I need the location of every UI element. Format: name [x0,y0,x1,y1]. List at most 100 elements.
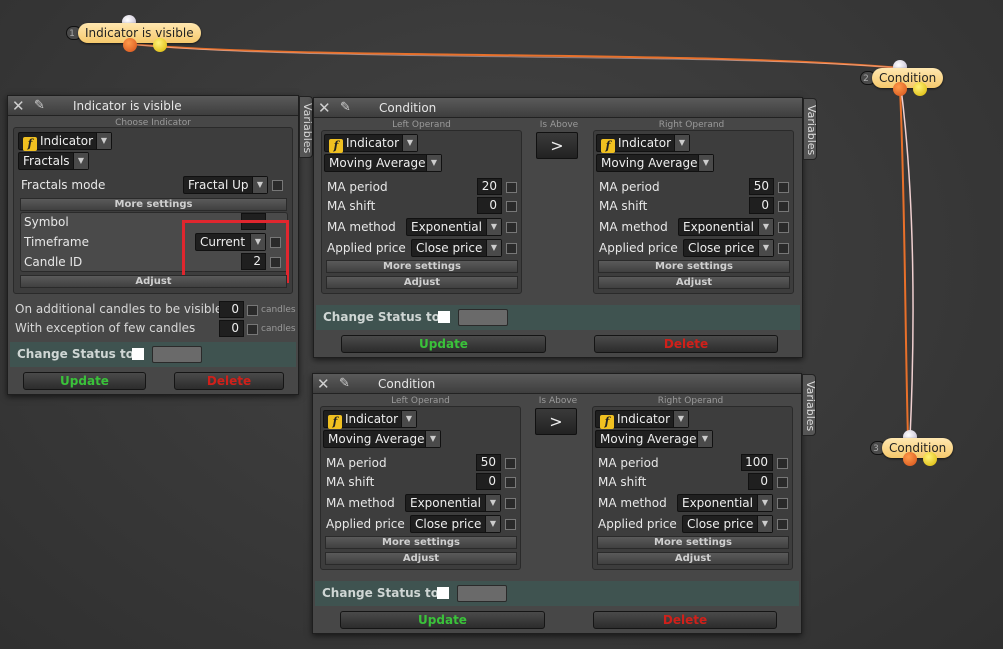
change-status-value[interactable] [458,309,508,326]
pin-icon[interactable]: ✎ [34,97,45,115]
dropdown-arrow-icon: ▼ [673,411,688,427]
left-ma-method-select[interactable]: Exponential ▼ [406,218,502,236]
left-indicator-type-select[interactable]: f Indicator ▼ [323,410,417,429]
left-adjust-button[interactable]: Adjust [325,552,517,565]
right-ma-method-select[interactable]: Exponential ▼ [677,494,773,512]
right-ma-method-select[interactable]: Exponential ▼ [678,218,774,236]
right-indicator-type-select[interactable]: f Indicator ▼ [595,410,689,429]
right-ma-period-input[interactable]: 50 [749,178,774,195]
right-adjust-button[interactable]: Adjust [597,552,789,565]
variables-tab[interactable]: Variables [802,374,817,436]
pin-icon[interactable]: ✎ [340,99,351,117]
node-output-port-yellow[interactable] [913,82,927,96]
variables-tab[interactable]: Variables [803,98,818,160]
panel-title: Condition [378,377,436,391]
update-button[interactable]: Update [340,611,545,629]
fractals-mode-checkbox[interactable] [272,180,283,191]
right-indicator-name-select[interactable]: Moving Average ▼ [595,430,713,448]
adjust-button[interactable]: Adjust [20,275,287,288]
additional-candles-input[interactable]: 0 [219,301,244,318]
left-applied-price-checkbox[interactable] [506,243,517,254]
left-indicator-name-select[interactable]: Moving Average ▼ [323,430,441,448]
left-more-settings-button[interactable]: More settings [325,536,517,549]
additional-candles-checkbox[interactable] [247,305,258,316]
left-ma-shift-checkbox[interactable] [505,477,516,488]
operator-button[interactable]: > [535,408,577,435]
left-ma-method-select[interactable]: Exponential ▼ [405,494,501,512]
panel-titlebar[interactable]: ✕ ✎ Condition [314,98,802,118]
right-ma-method-checkbox[interactable] [777,498,788,509]
dropdown-arrow-icon: ▼ [402,135,417,151]
left-ma-period-input[interactable]: 50 [476,454,501,471]
change-status-label: Change Status to [322,586,439,600]
panel-titlebar[interactable]: ✕ ✎ Indicator is visible [8,96,298,116]
left-ma-period-input[interactable]: 20 [477,178,502,195]
right-indicator-type-select[interactable]: f Indicator ▼ [596,134,690,153]
variables-tab[interactable]: Variables [299,96,314,158]
left-indicator-type-select[interactable]: f Indicator ▼ [324,134,418,153]
right-more-settings-button[interactable]: More settings [597,536,789,549]
left-applied-price-select[interactable]: Close price ▼ [411,239,502,257]
right-ma-shift-checkbox[interactable] [777,477,788,488]
left-adjust-button[interactable]: Adjust [326,276,518,289]
dropdown-arrow-icon: ▼ [486,219,501,235]
exception-candles-input[interactable]: 0 [219,320,244,337]
left-ma-period-checkbox[interactable] [505,458,516,469]
close-icon[interactable]: ✕ [12,97,25,115]
left-ma-method-checkbox[interactable] [505,498,516,509]
change-status-checkbox[interactable] [132,348,144,360]
dropdown-arrow-icon: ▼ [674,135,689,151]
right-ma-shift-checkbox[interactable] [778,201,789,212]
node-output-port-yellow[interactable] [153,38,167,52]
right-ma-period-checkbox[interactable] [777,458,788,469]
node-output-port-orange[interactable] [903,452,917,466]
update-button[interactable]: Update [23,372,146,390]
indicator-type-select[interactable]: f Indicator ▼ [18,132,112,151]
right-ma-shift-input[interactable]: 0 [749,197,774,214]
change-status-checkbox[interactable] [438,311,450,323]
update-button[interactable]: Update [341,335,546,353]
right-applied-price-checkbox[interactable] [777,519,788,530]
node-output-port-orange[interactable] [123,38,137,52]
node-output-port-orange[interactable] [893,82,907,96]
exception-candles-checkbox[interactable] [247,324,258,335]
right-applied-price-select[interactable]: Close price ▼ [682,515,773,533]
left-applied-price-label: Applied price [327,241,406,255]
left-applied-price-select[interactable]: Close price ▼ [410,515,501,533]
operator-caption: Is Above [538,396,578,406]
left-ma-shift-input[interactable]: 0 [476,473,501,490]
left-ma-method-checkbox[interactable] [506,222,517,233]
right-applied-price-checkbox[interactable] [778,243,789,254]
node-output-port-yellow[interactable] [923,452,937,466]
panel-titlebar[interactable]: ✕ ✎ Condition [313,374,801,394]
right-applied-price-select[interactable]: Close price ▼ [683,239,774,257]
right-indicator-name-select[interactable]: Moving Average ▼ [596,154,714,172]
fractals-mode-select[interactable]: Fractal Up ▼ [183,176,268,194]
change-status-checkbox[interactable] [437,587,449,599]
left-ma-shift-checkbox[interactable] [506,201,517,212]
indicator-name-select[interactable]: Fractals ▼ [18,152,89,170]
right-ma-method-checkbox[interactable] [778,222,789,233]
change-status-value[interactable] [152,346,202,363]
left-applied-price-checkbox[interactable] [505,519,516,530]
close-icon[interactable]: ✕ [318,99,331,117]
left-indicator-name-select[interactable]: Moving Average ▼ [324,154,442,172]
change-status-value[interactable] [457,585,507,602]
right-more-settings-button[interactable]: More settings [598,260,790,273]
left-more-settings-button[interactable]: More settings [326,260,518,273]
left-ma-period-checkbox[interactable] [506,182,517,193]
right-ma-period-checkbox[interactable] [778,182,789,193]
close-icon[interactable]: ✕ [317,375,330,393]
right-adjust-button[interactable]: Adjust [598,276,790,289]
delete-button[interactable]: Delete [594,335,778,353]
more-settings-button[interactable]: More settings [20,198,287,211]
delete-button[interactable]: Delete [174,372,284,390]
operator-button[interactable]: > [536,132,578,159]
delete-button[interactable]: Delete [593,611,777,629]
left-ma-shift-input[interactable]: 0 [477,197,502,214]
right-ma-shift-input[interactable]: 0 [748,473,773,490]
right-ma-period-input[interactable]: 100 [741,454,773,471]
right-ma-method-label: MA method [599,220,668,234]
additional-candles-label: On additional candles to be visible [15,302,223,316]
pin-icon[interactable]: ✎ [339,375,350,393]
